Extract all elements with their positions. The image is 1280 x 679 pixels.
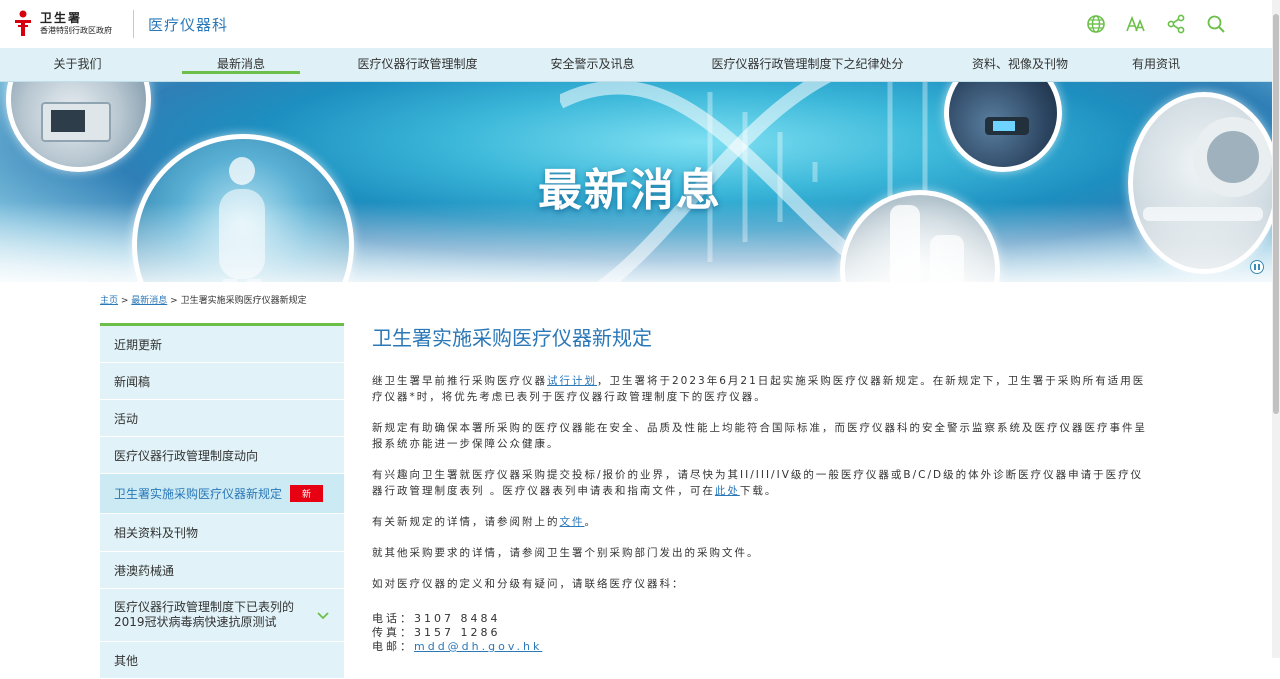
sidebar-item-label: 医疗仪器行政管理制度动向: [114, 448, 259, 463]
site-header: 卫生署 香港特别行政区政府 医疗仪器科: [0, 0, 1272, 48]
sidebar-item-label: 近期更新: [114, 337, 163, 352]
main-navigation: 关于我们 最新消息 医疗仪器行政管理制度 安全警示及讯息 医疗仪器行政管理制度下…: [0, 48, 1272, 82]
download-here-link[interactable]: 此处: [715, 485, 740, 497]
paragraph-text: 继卫生署早前推行采购医疗仪器: [372, 375, 547, 387]
new-badge: 新: [290, 485, 324, 502]
sidebar-item-label: 其他: [114, 653, 139, 668]
phone-line: 电话：3107 8484: [372, 612, 1152, 626]
header-tools: [1086, 12, 1226, 36]
sidebar-item-label: 港澳药械通: [114, 563, 175, 578]
sidebar-item-label: 活动: [114, 411, 139, 426]
sidebar-item-related-publications[interactable]: 相关资料及刊物: [100, 514, 344, 552]
logo-title: 卫生署: [40, 10, 83, 25]
main-content: 卫生署实施采购医疗仪器新规定 继卫生署早前推行采购医疗仪器试行计划，卫生署将于2…: [372, 322, 1152, 654]
phone-label: 电话：: [372, 612, 414, 625]
breadcrumb-separator: >: [167, 296, 181, 306]
sidebar-item-procurement-requirements[interactable]: 卫生署实施采购医疗仪器新规定 新: [100, 474, 344, 514]
scrollbar-thumb[interactable]: [1273, 14, 1279, 414]
nav-item-regulatory-system[interactable]: 医疗仪器行政管理制度: [300, 48, 535, 81]
logo-subtitle: 香港特别行政区政府: [40, 25, 112, 35]
nav-item-useful-info[interactable]: 有用资讯: [1075, 48, 1237, 81]
hero-banner: 最新消息: [0, 82, 1272, 282]
sidebar-item-recent-updates[interactable]: 近期更新: [100, 326, 344, 363]
paragraph-enquiry: 如对医疗仪器的定义和分级有疑问，请联络医疗仪器科：: [372, 578, 685, 590]
nav-item-publications[interactable]: 资料、视像及刊物: [965, 48, 1075, 81]
sidebar-item-label: 医疗仪器行政管理制度下已表列的2019冠状病毒病快速抗原测试: [114, 600, 295, 629]
nav-item-about[interactable]: 关于我们: [0, 48, 155, 81]
sidebar-item-label: 相关资料及刊物: [114, 526, 199, 540]
breadcrumb-current: 卫生署实施采购医疗仪器新规定: [180, 296, 307, 306]
contact-info: 电话：3107 8484 传真：3157 1286 电邮：mdd@dh.gov.…: [372, 612, 1152, 654]
chevron-down-icon[interactable]: [316, 608, 330, 622]
sidebar-item-label: 新闻稿: [114, 374, 151, 389]
paragraph-details: 有关新规定的详情，请参阅附上的文件。: [372, 514, 1152, 530]
document-link[interactable]: 文件: [560, 516, 585, 528]
phone-number: 3107 8484: [414, 612, 501, 625]
globe-icon[interactable]: [1086, 12, 1106, 36]
banner-title: 最新消息: [538, 165, 722, 216]
paragraph-application: 有兴趣向卫生署就医疗仪器采购提交投标/报价的业界，请尽快为其II/III/IV级…: [372, 467, 1152, 499]
breadcrumb: 主页 > 最新消息 > 卫生署实施采购医疗仪器新规定: [100, 293, 307, 306]
sidebar-item-label: 卫生署实施采购医疗仪器新规定: [114, 487, 283, 501]
fax-label: 传真：: [372, 626, 414, 639]
pause-icon[interactable]: [1250, 260, 1264, 274]
nav-item-safety-alerts[interactable]: 安全警示及讯息: [535, 48, 650, 81]
sidebar-item-regulatory-updates[interactable]: 医疗仪器行政管理制度动向: [100, 437, 344, 474]
search-icon[interactable]: [1206, 12, 1226, 36]
breadcrumb-separator: >: [118, 296, 132, 306]
paragraph-benefits: 新规定有助确保本署所采购的医疗仪器能在安全、品质及性能上均能符合国际标准，而医疗…: [372, 422, 1147, 450]
sidebar-item-others[interactable]: 其他: [100, 642, 344, 679]
page-scrollbar[interactable]: [1272, 0, 1280, 658]
share-icon[interactable]: [1166, 12, 1186, 36]
department-of-health-logo[interactable]: 卫生署 香港特别行政区政府: [12, 9, 112, 37]
nav-item-news[interactable]: 最新消息: [182, 48, 300, 81]
paragraph-text: 有关新规定的详情，请参阅附上的: [372, 516, 560, 528]
paragraph-text: 。: [584, 516, 597, 528]
sidebar-item-covid-rat[interactable]: 医疗仪器行政管理制度下已表列的2019冠状病毒病快速抗原测试: [100, 589, 344, 642]
pilot-scheme-link[interactable]: 试行计划: [547, 375, 597, 387]
section-sidebar: 近期更新 新闻稿 活动 医疗仪器行政管理制度动向 卫生署实施采购医疗仪器新规定 …: [100, 323, 344, 679]
sidebar-item-gba-drugs-devices[interactable]: 港澳药械通: [100, 552, 344, 589]
dh-logo-icon: [12, 9, 34, 37]
email-link[interactable]: mdd@dh.gov.hk: [414, 640, 542, 653]
fax-line: 传真：3157 1286: [372, 626, 1152, 640]
sidebar-item-events[interactable]: 活动: [100, 400, 344, 437]
email-label: 电邮：: [372, 640, 414, 653]
paragraph-other-requirements: 就其他采购要求的详情，请参阅卫生署个别采购部门发出的采购文件。: [372, 547, 760, 559]
division-name[interactable]: 医疗仪器科: [148, 14, 228, 35]
paragraph-text: 下载。: [739, 485, 778, 497]
fax-number: 3157 1286: [414, 626, 501, 639]
sidebar-item-press-releases[interactable]: 新闻稿: [100, 363, 344, 400]
paragraph-intro: 继卫生署早前推行采购医疗仪器试行计划，卫生署将于2023年6月21日起实施采购医…: [372, 373, 1152, 405]
page-title: 卫生署实施采购医疗仪器新规定: [372, 326, 652, 350]
breadcrumb-news-link[interactable]: 最新消息: [131, 296, 167, 306]
header-divider: [133, 10, 134, 38]
email-line: 电邮：mdd@dh.gov.hk: [372, 640, 1152, 654]
breadcrumb-home-link[interactable]: 主页: [100, 296, 118, 306]
font-size-icon[interactable]: [1126, 12, 1146, 36]
nav-item-disciplinary[interactable]: 医疗仪器行政管理制度下之纪律处分: [650, 48, 965, 81]
